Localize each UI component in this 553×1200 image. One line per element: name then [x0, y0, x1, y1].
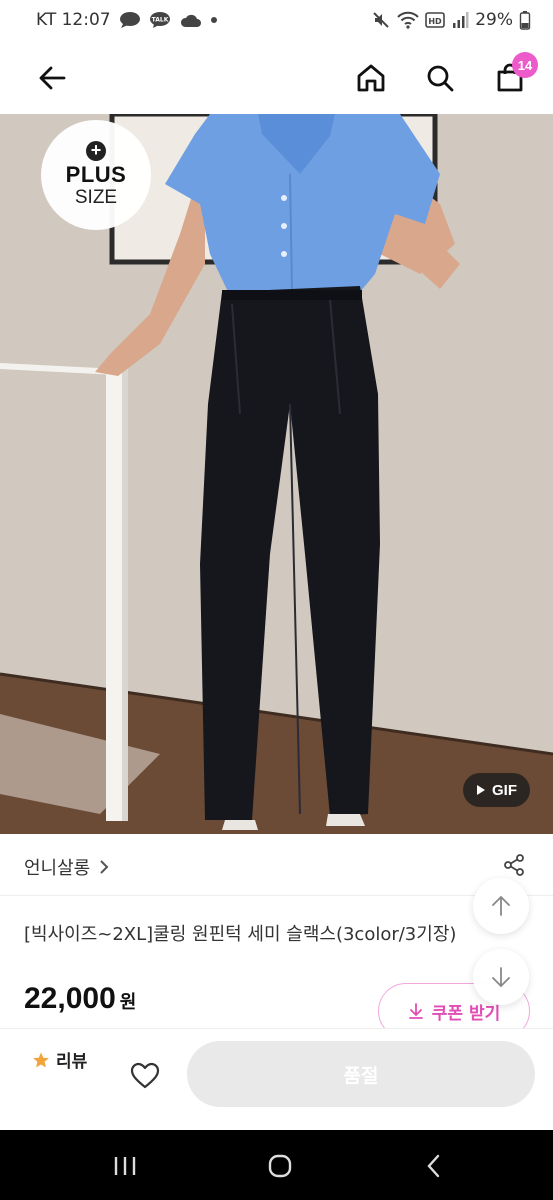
recent-apps-button[interactable]: [95, 1146, 155, 1186]
wishlist-button[interactable]: [126, 1057, 164, 1095]
status-right: HD 29%: [371, 10, 531, 30]
search-button[interactable]: [420, 58, 460, 98]
price-row: 22,000 원: [24, 982, 136, 1016]
share-icon: [504, 854, 524, 876]
battery-icon: [519, 10, 531, 30]
scroll-down-icon: [492, 967, 510, 988]
status-left: KT 12:07 TALK: [36, 10, 219, 30]
product-image[interactable]: + PLUS SIZE GIF: [0, 114, 553, 834]
wifi-icon: [397, 11, 419, 29]
soldout-button[interactable]: 품절: [187, 1041, 535, 1107]
star-icon: [33, 1052, 49, 1067]
back-arrow-icon: [39, 66, 66, 90]
heart-icon: [130, 1062, 160, 1089]
plus-size-badge: + PLUS SIZE: [41, 120, 151, 230]
back-button[interactable]: [32, 58, 72, 98]
size-label: SIZE: [74, 187, 118, 208]
mute-icon: [371, 10, 391, 30]
review-link[interactable]: 리뷰: [32, 1047, 87, 1072]
scroll-up-icon: [492, 895, 510, 916]
search-icon: [427, 65, 454, 92]
chevron-right-icon: [100, 860, 109, 874]
plus-label: PLUS: [65, 162, 127, 187]
product-title: [빅사이즈~2XL]쿨링 원핀턱 세미 슬랙스(3color/3기장): [24, 924, 457, 945]
dot-icon: [209, 15, 219, 25]
price-unit: 원: [119, 992, 137, 1013]
review-label: 리뷰: [56, 1052, 88, 1072]
home-icon: [357, 64, 385, 92]
store-link[interactable]: 언니살롱: [24, 854, 110, 880]
gif-label: GIF: [492, 781, 517, 799]
play-icon: [477, 785, 485, 795]
svg-text:TALK: TALK: [151, 17, 168, 24]
hd-icon: HD: [425, 11, 446, 29]
scroll-up-button[interactable]: [473, 878, 529, 934]
home-button[interactable]: [351, 58, 391, 98]
action-bar: 리뷰 품절: [0, 1028, 553, 1130]
plus-icon: +: [86, 141, 106, 161]
system-nav-bar: [0, 1130, 553, 1200]
kakaotalk-icon: TALK: [149, 11, 171, 29]
battery-percent: 29%: [475, 10, 513, 30]
download-icon: [408, 1003, 423, 1019]
cart-button[interactable]: 14: [490, 52, 538, 98]
price-value: 22,000: [24, 982, 116, 1015]
scroll-down-button[interactable]: [473, 949, 529, 1005]
chat-bubble-icon: [119, 11, 141, 29]
signal-icon: [451, 11, 469, 29]
store-name: 언니살롱: [24, 858, 91, 879]
home-circle-icon: [268, 1154, 292, 1178]
status-bar: KT 12:07 TALK HD 29%: [0, 0, 553, 40]
recent-apps-icon: [114, 1157, 136, 1175]
share-button[interactable]: [501, 852, 527, 878]
back-chevron-icon: [427, 1154, 440, 1178]
cloud-icon: [179, 12, 201, 28]
cart-count-badge: 14: [512, 52, 538, 78]
home-nav-button[interactable]: [250, 1146, 310, 1186]
soldout-label: 품절: [343, 1064, 379, 1087]
gif-button[interactable]: GIF: [463, 773, 530, 807]
back-nav-button[interactable]: [404, 1146, 464, 1186]
svg-text:HD: HD: [429, 17, 443, 26]
app-header: 14: [0, 40, 553, 114]
store-row: 언니살롱: [0, 834, 553, 896]
carrier-time: KT 12:07: [36, 10, 111, 30]
